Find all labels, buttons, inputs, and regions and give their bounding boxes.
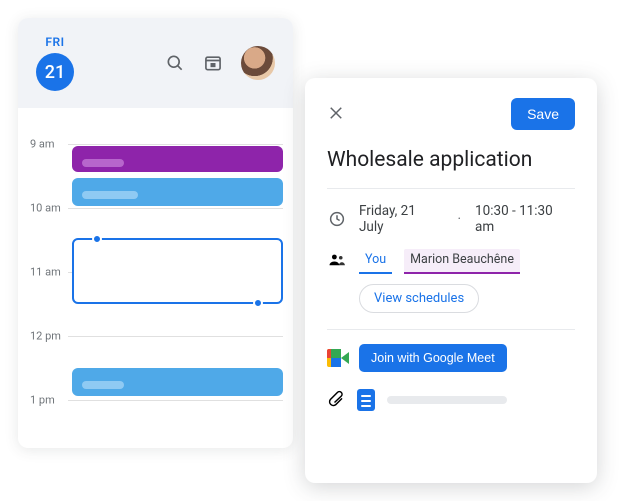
- clock-icon: [327, 210, 347, 228]
- hour-line: [68, 208, 283, 209]
- people-icon: [327, 251, 347, 273]
- save-button[interactable]: Save: [511, 98, 575, 130]
- time-label: 10 am: [30, 202, 61, 215]
- calendar-event-purple[interactable]: [72, 146, 283, 172]
- time-label: 1 pm: [30, 394, 55, 407]
- calendar-event-blue[interactable]: [72, 178, 283, 206]
- google-meet-row: Join with Google Meet: [327, 344, 575, 372]
- attachment-name-placeholder: [387, 396, 507, 404]
- time-label: 12 pm: [30, 330, 61, 343]
- attachment-icon: [327, 388, 345, 412]
- event-title-placeholder: [82, 381, 124, 389]
- search-icon[interactable]: [165, 53, 185, 73]
- event-title-input[interactable]: Wholesale application: [327, 148, 575, 172]
- avatar[interactable]: [241, 46, 275, 80]
- calendar-day-card: FRI 21 9 am 10 am 11 am 12 pm 1 pm: [18, 18, 293, 448]
- attachment-row[interactable]: [327, 388, 575, 412]
- today-calendar-icon[interactable]: [203, 53, 223, 73]
- day-number-circle: 21: [36, 53, 74, 91]
- view-schedules-button[interactable]: View schedules: [359, 284, 479, 313]
- event-time-text: 10:30 - 11:30 am: [475, 203, 575, 235]
- day-indicator[interactable]: FRI 21: [36, 35, 74, 91]
- hour-line: [68, 400, 283, 401]
- time-label: 11 am: [30, 266, 61, 279]
- event-title-placeholder: [82, 191, 138, 199]
- guests-row[interactable]: You Marion Beauchêne: [327, 249, 575, 274]
- hour-line: [68, 144, 283, 145]
- resize-handle-top[interactable]: [92, 234, 102, 244]
- close-icon[interactable]: [327, 104, 345, 125]
- calendar-event-blue[interactable]: [72, 368, 283, 396]
- event-time-row[interactable]: Friday, 21 July · 10:30 - 11:30 am: [327, 203, 575, 235]
- join-meet-button[interactable]: Join with Google Meet: [359, 344, 507, 372]
- divider: [327, 329, 575, 330]
- time-label: 9 am: [30, 138, 55, 151]
- google-docs-icon[interactable]: [357, 389, 375, 411]
- separator-dot: ·: [458, 211, 462, 227]
- calendar-grid[interactable]: 9 am 10 am 11 am 12 pm 1 pm: [18, 108, 293, 448]
- event-title-placeholder: [82, 159, 124, 167]
- event-detail-panel: Save Wholesale application Friday, 21 Ju…: [305, 78, 597, 483]
- guest-chip-you[interactable]: You: [359, 249, 392, 274]
- hour-line: [68, 336, 283, 337]
- calendar-header: FRI 21: [18, 18, 293, 108]
- divider: [327, 188, 575, 189]
- day-of-week-label: FRI: [45, 35, 64, 49]
- new-event-slot[interactable]: [72, 238, 283, 304]
- guest-chip-other[interactable]: Marion Beauchêne: [404, 249, 520, 274]
- google-meet-icon: [327, 349, 349, 367]
- resize-handle-bottom[interactable]: [253, 298, 263, 308]
- event-date-text: Friday, 21 July: [359, 203, 444, 235]
